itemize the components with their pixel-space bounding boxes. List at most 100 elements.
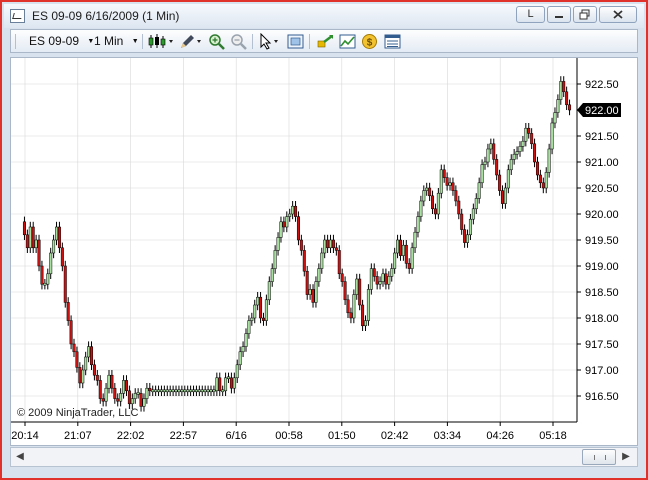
price-bar	[139, 388, 143, 412]
minimize-button[interactable]	[547, 6, 571, 23]
price-bar	[127, 385, 131, 409]
instrument-selector[interactable]: ES 09-09 ▼	[29, 33, 94, 50]
price-bar	[299, 234, 303, 256]
time-tick-label: 21:07	[64, 430, 92, 442]
price-bar	[533, 138, 537, 168]
minimize-icon	[555, 16, 563, 18]
scroll-right-arrow-icon[interactable]: ▶	[618, 449, 634, 465]
price-bar	[460, 208, 464, 235]
price-bar	[352, 289, 356, 324]
price-bar	[55, 221, 59, 246]
chart-style-candlestick-icon[interactable]	[148, 33, 176, 50]
price-bar	[296, 211, 300, 246]
price-bar	[495, 154, 499, 181]
price-bar	[250, 312, 254, 326]
zoom-in-icon[interactable]	[208, 33, 225, 50]
price-bar	[98, 375, 102, 404]
price-bar	[538, 169, 542, 188]
price-bar	[227, 372, 230, 383]
price-bar	[404, 240, 408, 269]
price-bar	[244, 328, 248, 352]
time-tick-label: 22:02	[117, 430, 145, 442]
zoom-out-icon[interactable]	[230, 33, 247, 50]
time-tick-label: 04:26	[486, 430, 514, 442]
price-bar	[107, 370, 111, 394]
price-bar	[34, 234, 38, 253]
price-bar	[180, 385, 184, 396]
price-bar	[369, 263, 373, 295]
price-bar	[95, 370, 99, 386]
price-bar	[393, 247, 397, 274]
price-bar	[90, 341, 93, 370]
price-bar	[439, 164, 443, 199]
chart-panel[interactable]: 922.50 921.50 921.00 920.50 920.00 919.50 919.…	[10, 57, 638, 446]
toolbar-separator	[309, 34, 310, 49]
price-bar	[60, 242, 64, 272]
price-bar	[63, 260, 67, 308]
price-bar	[340, 268, 344, 287]
price-bar	[69, 315, 73, 350]
price-bar	[256, 292, 260, 311]
price-bar	[442, 164, 446, 183]
price-bar	[25, 229, 29, 253]
indicators-icon[interactable]	[339, 33, 356, 50]
price-bar	[355, 273, 359, 300]
window-title: ES 09-09 6/16/2009 (1 Min)	[32, 9, 180, 23]
price-bar	[215, 372, 219, 396]
instrument-label: ES 09-09	[29, 34, 80, 48]
properties-icon[interactable]	[384, 33, 401, 50]
price-bar	[556, 94, 560, 118]
price-bar	[133, 388, 137, 404]
price-bar	[28, 221, 32, 253]
price-bar	[419, 195, 423, 222]
close-button[interactable]	[599, 6, 637, 23]
price-bar	[378, 276, 382, 290]
price-bar	[136, 388, 140, 399]
price-bar	[425, 182, 429, 196]
interval-selector[interactable]: 1 Min ▼	[94, 33, 139, 50]
strategies-icon[interactable]: $	[361, 33, 378, 50]
price-bar	[343, 276, 347, 305]
price-bar	[113, 383, 117, 404]
time-tick-label: 02:42	[381, 430, 409, 442]
snapshot-icon[interactable]	[287, 33, 304, 50]
price-bar	[521, 136, 525, 152]
price-bar	[273, 245, 277, 274]
restore-button[interactable]	[573, 6, 597, 23]
price-bar	[66, 297, 70, 326]
price-bar	[279, 216, 283, 243]
scroll-thumb[interactable]	[582, 449, 616, 465]
price-bar	[122, 375, 126, 399]
horizontal-scrollbar[interactable]: ◀ ▶	[10, 447, 638, 467]
price-bars	[22, 76, 572, 412]
price-bar	[209, 385, 213, 396]
window-l-button[interactable]: L	[516, 6, 545, 23]
price-bar	[314, 276, 318, 308]
price-bar	[72, 338, 76, 357]
price-bar	[218, 372, 222, 396]
title-bar[interactable]: ES 09-09 6/16/2009 (1 Min) L	[4, 4, 644, 28]
price-bar	[320, 247, 324, 274]
price-bar	[422, 185, 426, 207]
cursor-pointer-icon[interactable]	[258, 33, 284, 50]
price-chart[interactable]: 922.50 921.50 921.00 920.50 920.00 919.50 919.…	[11, 58, 637, 445]
price-bar	[151, 385, 155, 396]
price-bar	[253, 299, 257, 324]
price-bar	[457, 195, 461, 220]
price-bar	[398, 234, 402, 261]
price-bar	[224, 372, 228, 396]
price-bar	[387, 271, 391, 290]
data-box-icon[interactable]	[317, 33, 334, 50]
scroll-left-arrow-icon[interactable]: ◀	[12, 449, 28, 465]
drawing-tool-pencil-icon[interactable]	[178, 33, 204, 50]
price-bar	[474, 193, 478, 214]
price-bar	[165, 385, 169, 396]
price-bar	[509, 154, 513, 175]
price-bar	[267, 276, 271, 305]
interval-dropdown-icon: ▼	[131, 38, 139, 45]
time-tick-label: 05:18	[539, 430, 567, 442]
time-tick-label: 01:50	[328, 430, 356, 442]
price-bar	[104, 383, 108, 407]
price-bar	[358, 273, 362, 311]
price-bar	[565, 86, 569, 110]
